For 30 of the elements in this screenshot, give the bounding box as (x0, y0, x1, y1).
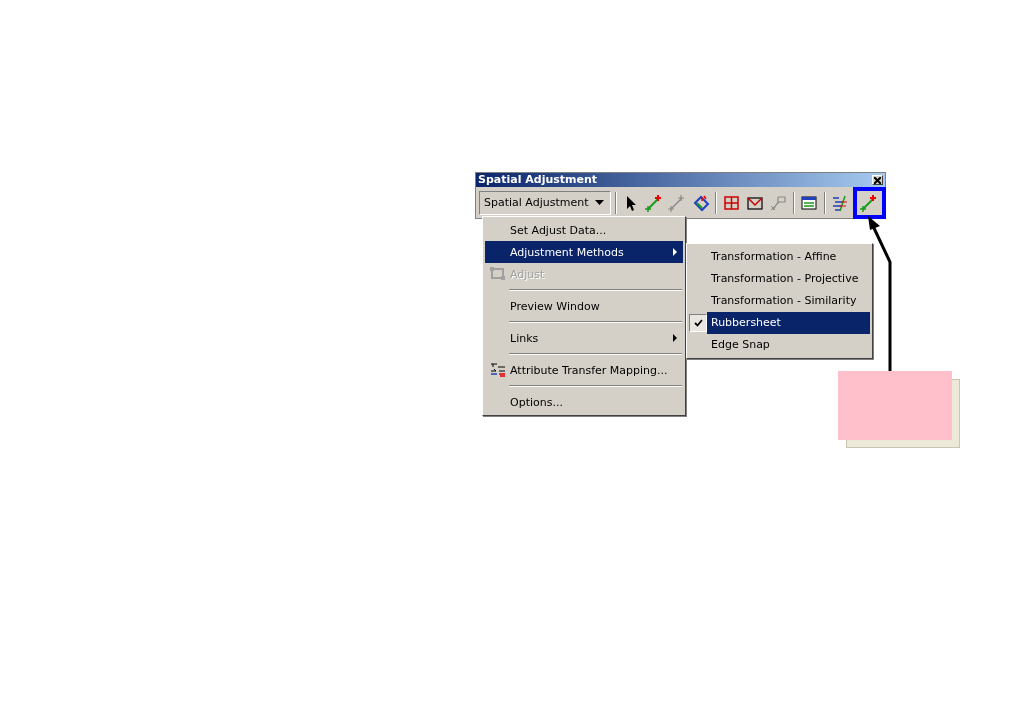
diamond-link-icon (691, 193, 710, 212)
menu-item[interactable]: Adjustment Methods (485, 241, 683, 263)
grid-icon (722, 193, 741, 212)
menu-item[interactable]: Options... (485, 391, 683, 413)
close-button[interactable] (872, 175, 883, 185)
caret-icon (594, 200, 604, 205)
submenu-arrow-icon (673, 248, 677, 256)
window-title: Spatial Adjustment (478, 173, 598, 187)
link-pencil-icon (668, 193, 687, 212)
frame-icon (489, 267, 506, 281)
table-icon (800, 193, 819, 212)
mapping-icon (489, 363, 506, 377)
menu-item[interactable]: Transformation - Affine (707, 246, 870, 268)
menu-item[interactable]: Rubbersheet (707, 312, 870, 334)
flag-icon (769, 193, 788, 212)
menu-item[interactable]: Set Adjust Data... (485, 219, 683, 241)
menu-item[interactable]: Preview Window (485, 295, 683, 317)
close-icon (874, 176, 881, 184)
menu-item[interactable]: Transformation - Similarity (707, 290, 870, 312)
layer-dropdown[interactable]: Spatial Adjustment (479, 190, 611, 215)
tool-button[interactable] (852, 186, 886, 219)
menu-item[interactable]: Attribute Transfer Mapping... (485, 359, 683, 381)
menu-item[interactable]: Links (485, 327, 683, 349)
checkmark-icon (693, 319, 703, 327)
menu-item[interactable]: Edge Snap (707, 334, 870, 356)
menu-item[interactable]: Transformation - Projective (707, 268, 870, 290)
link-pencil-icon (645, 193, 664, 212)
link-pencil-icon (860, 193, 879, 212)
lines-icon (831, 193, 850, 212)
submenu-arrow-icon (673, 334, 677, 342)
